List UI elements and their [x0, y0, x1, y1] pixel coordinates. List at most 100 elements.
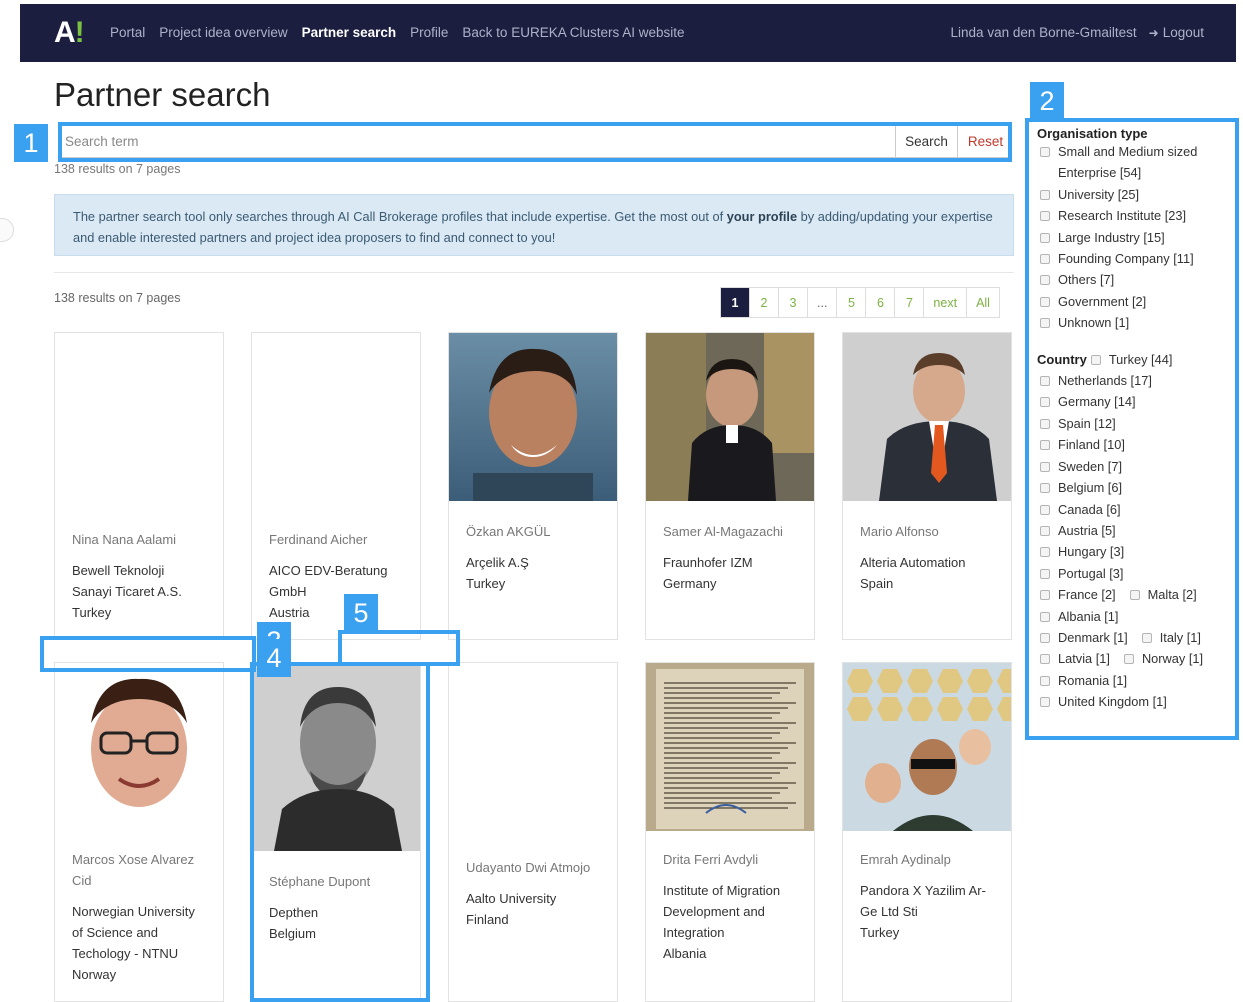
filter-label[interactable]: France [2]	[1058, 584, 1116, 605]
partner-name[interactable]: Drita Ferri Avdyli	[663, 849, 803, 870]
filter-checkbox[interactable]	[1040, 568, 1050, 579]
filter-label[interactable]: Austria [5]	[1058, 520, 1116, 541]
page-1[interactable]: 1	[721, 288, 750, 317]
profile-link[interactable]: your profile	[727, 209, 797, 224]
nav-link-profile[interactable]: Profile	[410, 25, 448, 40]
filter-checkbox[interactable]	[1040, 632, 1050, 643]
filter-label[interactable]: Malta [2]	[1148, 584, 1197, 605]
partner-name[interactable]: Samer Al-Magazachi	[663, 521, 803, 542]
filter-checkbox[interactable]	[1040, 483, 1050, 494]
filter-checkbox[interactable]	[1141, 632, 1152, 643]
partner-card[interactable]: Udayanto Dwi Atmojo Aalto University Finla…	[448, 662, 618, 1002]
partner-name[interactable]: Marcos Xose Alvarez Cid	[72, 849, 212, 891]
partner-card[interactable]: Marcos Xose Alvarez Cid Norwegian Univers…	[54, 662, 224, 1002]
nav-link-project-idea-overview[interactable]: Project idea overview	[159, 25, 287, 40]
filter-label[interactable]: Unknown [1]	[1058, 312, 1129, 333]
filter-label[interactable]: University [25]	[1058, 184, 1139, 205]
filter-checkbox[interactable]	[1040, 547, 1050, 558]
filter-checkbox[interactable]	[1040, 440, 1050, 451]
page-all[interactable]: All	[967, 288, 999, 317]
partner-card[interactable]: Özkan AKGÜL Arçelik A.Ş Turkey	[448, 332, 618, 640]
nav-link-back-to-eureka-clusters-ai-website[interactable]: Back to EUREKA Clusters AI website	[462, 25, 684, 40]
nav-link-portal[interactable]: Portal	[110, 25, 145, 40]
filter-checkbox[interactable]	[1040, 654, 1050, 665]
filter-label[interactable]: Italy [1]	[1160, 627, 1201, 648]
filter-label[interactable]: Founding Company [11]	[1058, 248, 1194, 269]
search-input[interactable]	[65, 125, 893, 157]
partner-name[interactable]: Özkan AKGÜL	[466, 521, 606, 542]
organisation-line: Institute of Migration	[663, 883, 781, 898]
filter-label[interactable]: Finland [10]	[1058, 434, 1125, 455]
page-title: Partner search	[54, 76, 271, 113]
filter-label[interactable]: Sweden [7]	[1058, 456, 1122, 477]
filter-checkbox[interactable]	[1090, 354, 1101, 365]
filter-label[interactable]: Latvia [1]	[1058, 648, 1110, 669]
filter-label[interactable]: Albania [1]	[1058, 606, 1118, 627]
partner-name[interactable]: Stéphane Dupont	[269, 871, 409, 892]
filter-label[interactable]: United Kingdom [1]	[1058, 691, 1167, 712]
filter-checkbox[interactable]	[1040, 296, 1050, 307]
filter-label[interactable]: Research Institute [23]	[1058, 205, 1186, 226]
filter-label[interactable]: Turkey [44]	[1109, 349, 1173, 370]
filter-label[interactable]: Portugal [3]	[1058, 563, 1123, 584]
filter-checkbox[interactable]	[1040, 211, 1050, 222]
filter-checkbox[interactable]	[1040, 461, 1050, 472]
partner-card[interactable]: Ferdinand Aicher AICO EDV-Beratung GmbH Aus…	[251, 332, 421, 640]
filter-label[interactable]: Denmark [1]	[1058, 627, 1128, 648]
filter-checkbox[interactable]	[1040, 504, 1050, 515]
logout-button[interactable]: ➜ Logout	[1149, 25, 1204, 40]
page-3[interactable]: 3	[779, 288, 808, 317]
partner-name[interactable]: Udayanto Dwi Atmojo	[466, 857, 606, 878]
filter-label[interactable]: Spain [12]	[1058, 413, 1116, 434]
partner-name[interactable]: Emrah Aydinalp	[860, 849, 1000, 870]
filter-label[interactable]: Netherlands [17]	[1058, 370, 1152, 391]
filter-checkbox[interactable]	[1040, 675, 1050, 686]
partner-name[interactable]: Mario Alfonso	[860, 521, 1000, 542]
search-button[interactable]: Search	[895, 125, 957, 157]
filter-checkbox[interactable]	[1040, 525, 1050, 536]
partner-card[interactable]: Nina Nana Aalami Bewell Teknoloji Sanayi T…	[54, 332, 224, 640]
filter-label[interactable]: Belgium [6]	[1058, 477, 1122, 498]
user-name-link[interactable]: Linda van den Borne-Gmailtest	[951, 25, 1137, 40]
partner-name[interactable]: Ferdinand Aicher	[269, 529, 409, 550]
page-2[interactable]: 2	[750, 288, 779, 317]
filter-checkbox[interactable]	[1040, 254, 1050, 265]
nav-link-partner-search[interactable]: Partner search	[302, 25, 397, 40]
filter-checkbox[interactable]	[1040, 147, 1050, 157]
filter-label[interactable]: Government [2]	[1058, 291, 1146, 312]
partner-card[interactable]: Stéphane Dupont Depthen Belgium	[251, 662, 421, 1002]
filter-label[interactable]: Romania [1]	[1058, 670, 1127, 691]
partner-name[interactable]: Nina Nana Aalami	[72, 529, 212, 550]
filter-checkbox[interactable]	[1040, 232, 1050, 243]
page-5[interactable]: 5	[837, 288, 867, 317]
filter-label[interactable]: Small and Medium sized Enterprise [54]	[1058, 141, 1197, 184]
partner-card[interactable]: Drita Ferri Avdyli Institute of Migration…	[645, 662, 815, 1002]
filter-checkbox[interactable]	[1129, 590, 1140, 601]
filter-checkbox[interactable]	[1040, 697, 1050, 708]
app-logo[interactable]: A!	[54, 16, 85, 50]
filter-checkbox[interactable]	[1040, 611, 1050, 622]
partner-card[interactable]: Samer Al-Magazachi Fraunhofer IZM Germany	[645, 332, 815, 640]
filter-checkbox[interactable]	[1040, 397, 1050, 408]
page-6[interactable]: 6	[866, 288, 896, 317]
filter-label[interactable]: Others [7]	[1058, 269, 1114, 290]
filter-label[interactable]: Hungary [3]	[1058, 541, 1124, 562]
page-next[interactable]: next	[924, 288, 968, 317]
scroll-handle[interactable]	[0, 218, 14, 242]
partner-card[interactable]: Emrah Aydinalp Pandora X Yazilim Ar- Ge Lt…	[842, 662, 1012, 1002]
partner-card[interactable]: Mario Alfonso Alteria Automation Spain	[842, 332, 1012, 640]
nav-user-area: Linda van den Borne-Gmailtest ➜ Logout	[951, 25, 1204, 40]
filter-label[interactable]: Norway [1]	[1142, 648, 1203, 669]
filter-checkbox[interactable]	[1040, 376, 1050, 387]
reset-button[interactable]: Reset	[957, 125, 1013, 157]
filter-label[interactable]: Germany [14]	[1058, 391, 1136, 412]
filter-checkbox[interactable]	[1040, 189, 1050, 200]
filter-checkbox[interactable]	[1040, 590, 1050, 601]
filter-checkbox[interactable]	[1040, 418, 1050, 429]
filter-checkbox[interactable]	[1040, 275, 1050, 286]
filter-label[interactable]: Large Industry [15]	[1058, 227, 1165, 248]
page-7[interactable]: 7	[895, 288, 925, 317]
filter-checkbox[interactable]	[1123, 654, 1134, 665]
filter-label[interactable]: Canada [6]	[1058, 499, 1121, 520]
filter-checkbox[interactable]	[1040, 318, 1050, 329]
